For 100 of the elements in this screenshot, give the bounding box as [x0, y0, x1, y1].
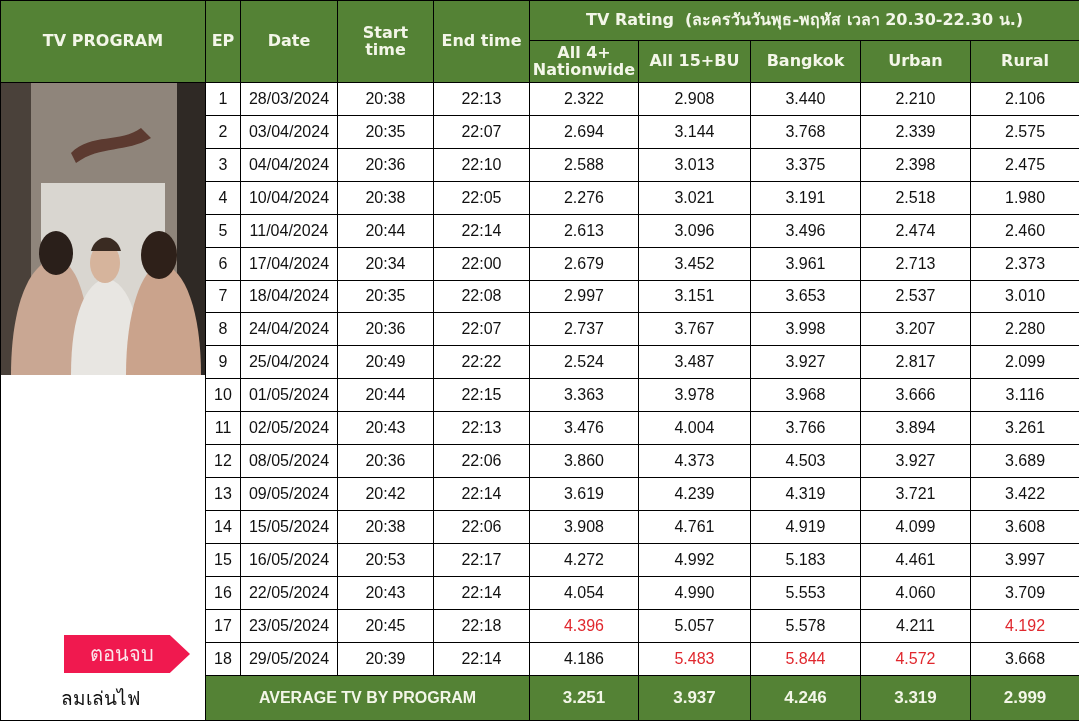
- table-cell: 3.319: [860, 675, 971, 721]
- table-cell: 22:05: [433, 181, 530, 215]
- table-cell: 2.713: [860, 247, 971, 281]
- table-cell: 20:43: [337, 411, 434, 445]
- table-cell: 22:14: [433, 214, 530, 248]
- table-cell: 3.096: [638, 214, 751, 248]
- table-cell: 20:36: [337, 148, 434, 182]
- table-cell: 10: [205, 378, 241, 412]
- table-cell: 4.396: [529, 609, 639, 643]
- table-cell: 2.694: [529, 115, 639, 149]
- table-cell: 18/04/2024: [240, 280, 338, 313]
- table-cell: 23/05/2024: [240, 609, 338, 643]
- table-cell: 16/05/2024: [240, 543, 338, 577]
- table-cell: 04/04/2024: [240, 148, 338, 182]
- table-cell: 3.894: [860, 411, 971, 445]
- table-cell: 4.004: [638, 411, 751, 445]
- column-header: Date: [240, 0, 338, 83]
- table-cell: 20:39: [337, 642, 434, 676]
- program-title: ลมเล่นไฟ: [0, 675, 206, 721]
- table-cell: 22:07: [433, 312, 530, 346]
- table-cell: 3.767: [638, 312, 751, 346]
- table-cell: 22:08: [433, 280, 530, 313]
- table-cell: 3.721: [860, 477, 971, 511]
- table-cell: 2.997: [529, 280, 639, 313]
- table-cell: 11: [205, 411, 241, 445]
- table-cell: 20:38: [337, 510, 434, 544]
- table-cell: 2.524: [529, 345, 639, 379]
- table-cell: 03/04/2024: [240, 115, 338, 149]
- table-cell: 2.999: [970, 675, 1079, 721]
- table-cell: 3.961: [750, 247, 861, 281]
- table-cell: 3.191: [750, 181, 861, 215]
- table-cell: 22:14: [433, 642, 530, 676]
- table-cell: 4.246: [750, 675, 861, 721]
- table-cell: 5.183: [750, 543, 861, 577]
- table-cell: 22:13: [433, 82, 530, 116]
- table-cell: 22/05/2024: [240, 576, 338, 610]
- table-cell: 02/05/2024: [240, 411, 338, 445]
- table-cell: 4.572: [860, 642, 971, 676]
- table-cell: 25/04/2024: [240, 345, 338, 379]
- table-cell: 12: [205, 444, 241, 478]
- table-cell: 3.251: [529, 675, 639, 721]
- table-cell: 22:22: [433, 345, 530, 379]
- table-cell: 3.476: [529, 411, 639, 445]
- table-cell: 4.239: [638, 477, 751, 511]
- table-cell: 17/04/2024: [240, 247, 338, 281]
- table-cell: 5: [205, 214, 241, 248]
- table-cell: 20:38: [337, 181, 434, 215]
- table-cell: 01/05/2024: [240, 378, 338, 412]
- table-cell: 20:44: [337, 378, 434, 412]
- column-header: Urban: [860, 40, 971, 83]
- table-cell: 13: [205, 477, 241, 511]
- table-cell: 2.322: [529, 82, 639, 116]
- table-cell: 5.844: [750, 642, 861, 676]
- table-cell: 3.666: [860, 378, 971, 412]
- table-cell: 3.013: [638, 148, 751, 182]
- table-cell: 3.375: [750, 148, 861, 182]
- table-cell: 16: [205, 576, 241, 610]
- table-cell: 3.021: [638, 181, 751, 215]
- table-cell: 20:36: [337, 444, 434, 478]
- table-cell: 17: [205, 609, 241, 643]
- table-cell: 4.099: [860, 510, 971, 544]
- table-cell: 2.817: [860, 345, 971, 379]
- table-cell: 14: [205, 510, 241, 544]
- table-cell: 2.398: [860, 148, 971, 182]
- table-cell: 3.937: [638, 675, 751, 721]
- table-cell: 4.060: [860, 576, 971, 610]
- table-cell: 3.496: [750, 214, 861, 248]
- table-cell: 5.057: [638, 609, 751, 643]
- table-cell: 3: [205, 148, 241, 182]
- table-cell: 2.908: [638, 82, 751, 116]
- column-header: Start time: [337, 0, 434, 83]
- table-cell: 2.737: [529, 312, 639, 346]
- table-cell: 3.908: [529, 510, 639, 544]
- table-cell: 4.211: [860, 609, 971, 643]
- table-cell: 15/05/2024: [240, 510, 338, 544]
- column-header: All 15+BU: [638, 40, 751, 83]
- table-cell: 22:07: [433, 115, 530, 149]
- row-header: AVERAGE TV BY PROGRAM: [205, 675, 530, 721]
- table-cell: 2: [205, 115, 241, 149]
- table-cell: 4.919: [750, 510, 861, 544]
- table-cell: 20:44: [337, 214, 434, 248]
- column-header: EP: [205, 0, 241, 83]
- table-cell: 8: [205, 312, 241, 346]
- table-cell: 4.373: [638, 444, 751, 478]
- table-cell: 3.363: [529, 378, 639, 412]
- table-cell: 3.927: [860, 444, 971, 478]
- table-cell: 1: [205, 82, 241, 116]
- table-cell: 3.968: [750, 378, 861, 412]
- table-cell: 3.766: [750, 411, 861, 445]
- table-cell: 4.186: [529, 642, 639, 676]
- table-cell: 5.578: [750, 609, 861, 643]
- table-cell: 4.761: [638, 510, 751, 544]
- table-cell: 4.054: [529, 576, 639, 610]
- table-cell: 3.144: [638, 115, 751, 149]
- table-cell: 3.619: [529, 477, 639, 511]
- table-cell: 6: [205, 247, 241, 281]
- table-cell: 5.553: [750, 576, 861, 610]
- table-cell: 3.440: [750, 82, 861, 116]
- table-cell: 20:42: [337, 477, 434, 511]
- table-cell: 09/05/2024: [240, 477, 338, 511]
